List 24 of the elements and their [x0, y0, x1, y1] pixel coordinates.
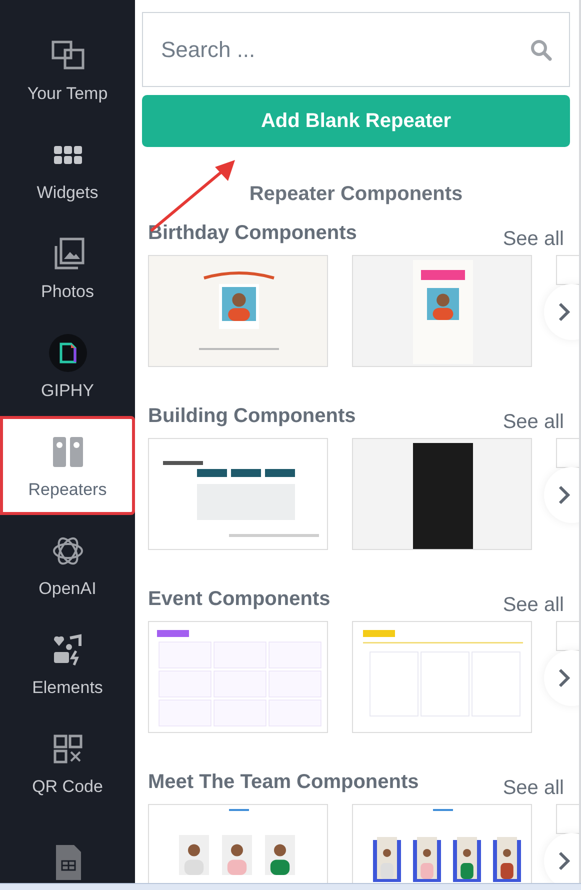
see-all-link[interactable]: See all: [502, 228, 564, 251]
category-title: Birthday Components: [148, 222, 357, 245]
section-heading: Repeater Components: [249, 183, 463, 206]
category-title: Meet The Team Components: [148, 771, 419, 794]
chevron-right-icon: [558, 668, 570, 688]
chevron-right-icon: [558, 485, 570, 505]
sidebar-item[interactable]: Your Temp: [0, 20, 135, 119]
sidebar-item[interactable]: GIPHY: [0, 317, 135, 416]
sidebar-item[interactable]: Photos: [0, 218, 135, 317]
sidebar-item[interactable]: Repeaters: [0, 416, 135, 515]
sidebar-item[interactable]: OpenAI: [0, 515, 135, 614]
category-title: Event Components: [148, 588, 330, 611]
giphy-icon: [48, 332, 88, 372]
see-all-link[interactable]: See all: [502, 594, 564, 617]
category-title: Building Components: [148, 405, 356, 428]
chevron-right-icon: [558, 851, 570, 871]
search-field[interactable]: Search ...: [142, 12, 570, 87]
see-all-link[interactable]: See all: [502, 411, 564, 434]
sidebar-item[interactable]: Elements: [0, 614, 135, 713]
search-icon: [530, 39, 552, 61]
chevron-right-icon: [558, 302, 570, 322]
sidebar-item[interactable]: QR Code: [0, 713, 135, 812]
sidebar-item[interactable]: Widgets: [0, 119, 135, 218]
see-all-link[interactable]: See all: [502, 777, 564, 800]
